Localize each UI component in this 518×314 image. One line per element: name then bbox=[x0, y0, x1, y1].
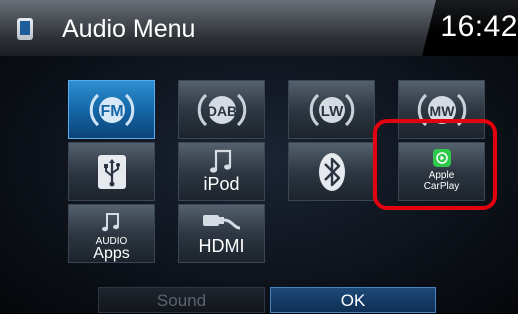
hdmi-source-button[interactable]: HDMI bbox=[178, 204, 265, 263]
audio-apps-label-line2: Apps bbox=[93, 245, 130, 262]
hdmi-cable-icon bbox=[203, 215, 241, 230]
bluetooth-icon bbox=[318, 152, 345, 191]
lw-radio-icon: LW bbox=[309, 93, 354, 126]
clock: 16:42 bbox=[440, 10, 518, 43]
fm-radio-icon: FM bbox=[89, 93, 134, 126]
lw-label: LW bbox=[320, 103, 343, 120]
ipod-label: iPod bbox=[203, 174, 240, 194]
header-bar: Audio Menu 16:42 bbox=[0, 0, 518, 56]
page-title: Audio Menu bbox=[62, 15, 196, 43]
music-note-icon bbox=[102, 213, 119, 232]
sound-button[interactable]: Sound bbox=[98, 287, 265, 313]
phone-icon bbox=[17, 18, 33, 40]
dab-radio-icon: DAB bbox=[197, 93, 246, 126]
hdmi-label: HDMI bbox=[198, 236, 245, 256]
audio-apps-button[interactable]: AUDIO Apps bbox=[68, 204, 155, 263]
fm-source-button[interactable]: FM bbox=[68, 80, 155, 139]
ipod-source-button[interactable]: iPod bbox=[178, 142, 265, 201]
bluetooth-source-button[interactable] bbox=[288, 142, 375, 201]
clock-panel: 16:42 bbox=[422, 0, 518, 56]
mw-label: MW bbox=[429, 103, 455, 119]
ok-button[interactable]: OK bbox=[270, 287, 436, 313]
fm-label: FM bbox=[100, 103, 123, 120]
music-note-icon bbox=[210, 149, 232, 173]
carplay-highlight-annotation bbox=[373, 119, 497, 210]
dab-source-button[interactable]: DAB bbox=[178, 80, 265, 139]
usb-icon bbox=[97, 154, 126, 189]
dab-label: DAB bbox=[206, 103, 236, 119]
lw-source-button[interactable]: LW bbox=[288, 80, 375, 139]
usb-source-button[interactable] bbox=[68, 142, 155, 201]
